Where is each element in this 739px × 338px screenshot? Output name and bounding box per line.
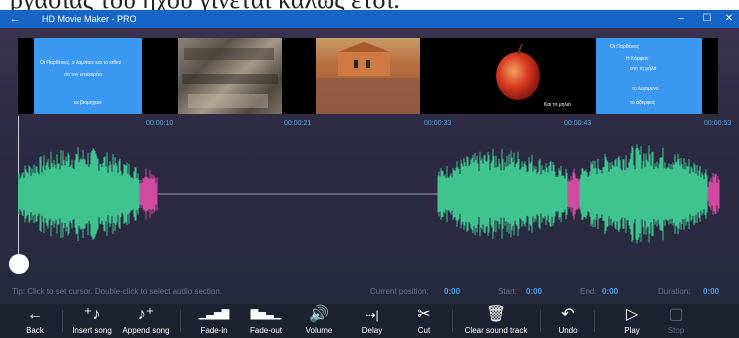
current-position-value: 0:00 xyxy=(444,287,461,296)
time-tick: 00:00:10 xyxy=(146,120,174,127)
thumb-text: Η Κόρφον xyxy=(626,56,649,62)
undo-button[interactable]: ↶ Undo xyxy=(550,304,586,336)
thumb-text: στη τη μήλα xyxy=(630,66,657,72)
waveform-segment xyxy=(707,172,720,216)
waveform-segment xyxy=(567,168,580,220)
divider xyxy=(452,310,453,332)
app-window: ← HD Movie Maker - PRO – ☐ ✕ Οι Παρθένιε… xyxy=(0,10,739,338)
insert-song-icon: ⁺♪ xyxy=(83,306,101,323)
undo-icon: ↶ xyxy=(561,306,575,323)
time-tick: 00:00:53 xyxy=(704,120,732,127)
start-value: 0:00 xyxy=(526,287,543,296)
button-label: Cut xyxy=(417,326,431,335)
thumbnail-3[interactable] xyxy=(316,38,420,114)
time-tick: 00:00:21 xyxy=(284,120,312,127)
duration-label: Duration: xyxy=(658,287,691,296)
back-icon: ← xyxy=(27,306,43,323)
start-label: Start: xyxy=(498,287,518,296)
append-song-button[interactable]: ♪⁺ Append song xyxy=(118,304,174,336)
button-label: Undo xyxy=(558,326,578,335)
divider xyxy=(180,310,181,332)
button-label: Play xyxy=(624,326,640,335)
waveform-segment xyxy=(579,144,708,244)
title-bar: ← HD Movie Maker - PRO – ☐ ✕ xyxy=(0,10,739,28)
cursor-handle[interactable] xyxy=(9,254,29,274)
thumbnail-2[interactable] xyxy=(178,38,282,114)
thumb-text: Οι Παρθένιες, ο λαμπαιν και το ιαθετι xyxy=(40,60,122,66)
trash-icon: 🗑 xyxy=(485,306,507,323)
stop-button[interactable]: ▢ Stop xyxy=(658,304,694,336)
maximize-button[interactable]: ☐ xyxy=(696,10,718,28)
scissors-icon: ✂ xyxy=(417,306,431,323)
button-label: Back xyxy=(26,326,44,335)
thumb-text: το λεγομενο xyxy=(632,86,659,92)
thumb-text: Και το μηλιό xyxy=(544,102,571,108)
thumbnail-4[interactable]: Και το μηλιό xyxy=(456,38,580,114)
divider xyxy=(540,310,541,332)
end-value: 0:00 xyxy=(602,287,619,296)
insert-song-button[interactable]: ⁺♪ Insert song xyxy=(66,304,118,336)
waveform-segment xyxy=(18,147,140,241)
fade-in-icon: ▁▃▅▇ xyxy=(198,309,230,320)
building-image xyxy=(316,42,420,114)
back-arrow-icon[interactable]: ← xyxy=(6,10,24,28)
time-tick: 00:00:43 xyxy=(564,120,592,127)
fade-out-button[interactable]: ▇▅▃▁ Fade-out xyxy=(242,304,290,336)
time-tick: 00:00:33 xyxy=(424,120,452,127)
window-title: HD Movie Maker - PRO xyxy=(42,14,137,24)
thumb-text: Οι Παρθένιες xyxy=(610,44,639,50)
bottom-toolbar: ← Back ⁺♪ Insert song ♪⁺ Append song ▁▃▅… xyxy=(0,304,739,338)
button-label: Fade-out xyxy=(249,326,283,335)
cut-button[interactable]: ✂ Cut xyxy=(404,304,444,336)
append-song-icon: ♪⁺ xyxy=(137,306,155,323)
button-label: Delay xyxy=(361,326,383,335)
clear-sound-track-button[interactable]: 🗑 Clear sound track xyxy=(458,304,534,336)
current-position-label: Current position: xyxy=(370,287,429,296)
divider xyxy=(594,310,595,332)
thumb-text: ότι τον επικαιρόει xyxy=(64,72,102,78)
button-label: Append song xyxy=(122,326,170,335)
waveform-segment xyxy=(437,148,568,240)
delay-icon: ⇢| xyxy=(365,308,379,322)
button-label: Clear sound track xyxy=(464,326,528,335)
back-button[interactable]: ← Back xyxy=(16,304,54,336)
delay-button[interactable]: ⇢| Delay xyxy=(350,304,394,336)
stop-icon: ▢ xyxy=(668,306,684,323)
play-icon: ▷ xyxy=(625,306,639,323)
duration-value: 0:00 xyxy=(703,287,720,296)
fade-out-icon: ▇▅▃▁ xyxy=(250,309,282,320)
thumbnail-5[interactable]: Οι Παρθένιες Η Κόρφον στη τη μήλα το λεγ… xyxy=(596,38,702,114)
fade-in-button[interactable]: ▁▃▅▇ Fade-in xyxy=(192,304,236,336)
timeline-ruler: 00:00:10 00:00:21 00:00:33 00:00:43 00:0… xyxy=(0,120,739,134)
volume-icon: 🔊 xyxy=(309,306,329,323)
thumbnail-1[interactable]: Οι Παρθένιες, ο λαμπαιν και το ιαθετι ότ… xyxy=(34,38,142,114)
volume-button[interactable]: 🔊 Volume xyxy=(296,304,342,336)
tip-text: Tip: Click to set cursor. Double-click t… xyxy=(12,287,223,296)
minimize-button[interactable]: – xyxy=(670,10,692,28)
stone-carving-image xyxy=(182,48,278,108)
close-button[interactable]: ✕ xyxy=(718,10,739,28)
video-filmstrip[interactable]: Οι Παρθένιες, ο λαμπαιν και το ιαθετι ότ… xyxy=(18,38,718,114)
audio-waveform[interactable] xyxy=(18,138,722,250)
status-bar: Tip: Click to set cursor. Double-click t… xyxy=(0,286,739,300)
button-label: Volume xyxy=(305,326,333,335)
end-label: End: xyxy=(580,287,597,296)
divider xyxy=(62,310,63,332)
waveform-segment xyxy=(139,168,158,220)
button-label: Stop xyxy=(667,326,685,335)
thumb-text: το άδερφος xyxy=(630,100,656,106)
button-label: Fade-in xyxy=(200,326,228,335)
play-button[interactable]: ▷ Play xyxy=(614,304,650,336)
thumb-text: εκ βιομηχανι xyxy=(74,100,102,106)
button-label: Insert song xyxy=(72,326,112,335)
